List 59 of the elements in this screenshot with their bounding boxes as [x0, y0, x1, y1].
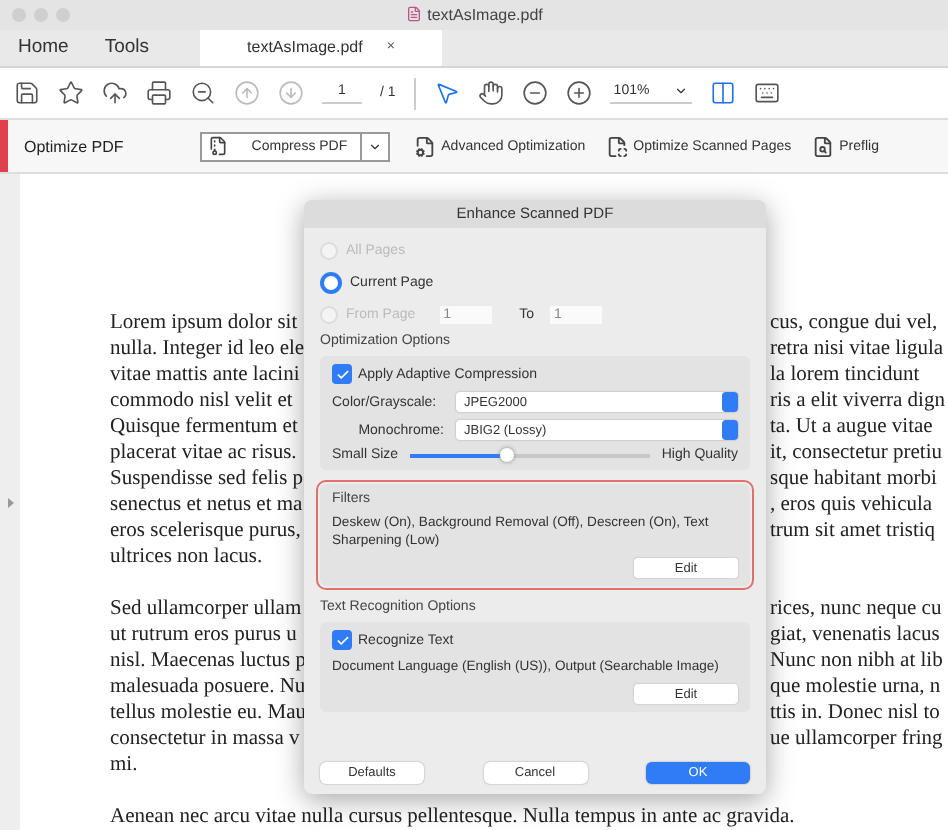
text-line: retra nisi vitae ligula: [770, 336, 944, 362]
text-line: nulla. Integer id leo ele: [110, 336, 304, 362]
zoom-in-icon[interactable]: [565, 80, 592, 107]
pdf-file-icon: [405, 6, 422, 23]
file-gear-icon: [413, 135, 436, 157]
caret-icon: [673, 83, 688, 98]
text-line: , eros quis vehicula: [770, 492, 933, 518]
tab[interactable]: Tools: [86, 29, 168, 67]
file-scan-icon: [605, 135, 628, 157]
save-icon[interactable]: [14, 80, 40, 107]
caret-icon[interactable]: [367, 139, 382, 153]
text-line: commodo nisl velit et: [110, 388, 295, 414]
tool-title: Optimize PDF: [24, 137, 124, 155]
text-line: ris a elit viverra dign: [770, 388, 945, 414]
text-line: sque habitant morbi: [770, 466, 937, 492]
text-line: Sed ullamcorper ullam: [110, 596, 304, 622]
file-archive-icon: [207, 136, 228, 156]
tab[interactable]: Home: [0, 29, 87, 67]
window-title: textAsImage.pdf: [427, 5, 543, 24]
text-line: vitae mattis ante lacini: [110, 362, 302, 388]
star-icon[interactable]: [58, 80, 84, 107]
zoom-out-icon[interactable]: [190, 80, 216, 107]
hand-icon[interactable]: [477, 80, 504, 107]
text-line: Nunc non nibh at lib: [770, 648, 943, 674]
text-line: ut rutrum eros purus u: [110, 622, 299, 648]
text-line: mi.: [110, 752, 140, 778]
page-layout-icon[interactable]: [709, 80, 736, 107]
text-line: Suspendisse sed felis p: [110, 466, 304, 492]
text-line: it, consectetur pretiu: [770, 440, 943, 466]
text-line: Lorem ipsum dolor sit: [110, 310, 300, 336]
text-line: malesuada posuere. Nu: [110, 674, 304, 700]
text-line: ta. Ut a augue vitae: [770, 414, 933, 440]
zoom-out-icon[interactable]: [521, 80, 548, 107]
print-icon[interactable]: [146, 80, 172, 107]
upload-icon[interactable]: [102, 80, 128, 107]
text-line: cus, congue dui vel,: [770, 310, 938, 336]
text-line: Aenean nec arcu vitae nulla cursus pellentesque. Nulla tempus in ante ac gravida.: [110, 804, 797, 830]
text-line: senectus et netus et ma: [110, 492, 304, 518]
checkbox[interactable]: [332, 364, 352, 384]
text-line: rices, nunc neque cu: [770, 596, 942, 622]
text-line: eros scelerisque purus,: [110, 518, 303, 544]
text-line: ttis in. Donec nisl to: [770, 700, 940, 726]
select-pointer-icon[interactable]: [433, 80, 460, 107]
text-line: trum sit amet tristiq: [770, 518, 936, 544]
expand-arrow-icon[interactable]: [7, 497, 13, 507]
text-line: Quisque fermentum et: [110, 414, 300, 440]
active-tool-marker: [0, 120, 8, 172]
slider-thumb[interactable]: [499, 447, 514, 461]
file-search-icon: [811, 135, 834, 157]
text-line: ultrices non lacus.: [110, 544, 265, 570]
text-line: tellus molestie eu. Mau: [110, 700, 304, 726]
text-line: que molestie urna, n: [770, 674, 941, 700]
text-line: consectetur in massa v: [110, 726, 302, 752]
checkbox[interactable]: [332, 630, 352, 650]
text-line: ue ullamcorper fring: [770, 726, 943, 752]
text-line: la lorem tincidunt: [770, 362, 920, 388]
text-line: placerat vitae ac risus.: [110, 440, 299, 466]
text-line: giat, venenatis lacus: [770, 622, 940, 648]
radio-button[interactable]: [320, 271, 342, 293]
